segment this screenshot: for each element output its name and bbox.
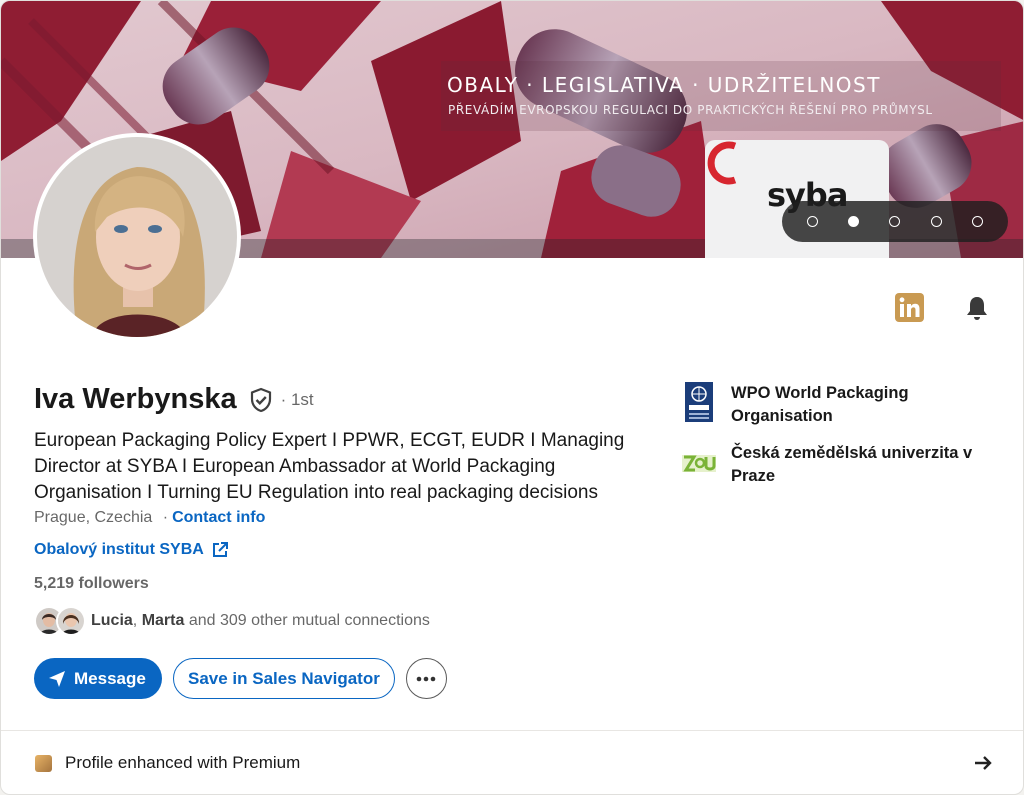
profile-photo[interactable] bbox=[33, 133, 241, 341]
carousel-dot-5[interactable] bbox=[971, 216, 983, 227]
section-divider bbox=[1, 730, 1023, 731]
contact-info-link[interactable]: Contact info bbox=[172, 509, 265, 526]
mutual-name-2: Marta bbox=[141, 612, 185, 629]
bell-icon[interactable] bbox=[963, 294, 991, 322]
syba-logo-mark bbox=[707, 141, 737, 185]
mutual-connections-text[interactable]: Lucia, Marta and 309 other mutual connec… bbox=[91, 612, 430, 630]
avatar bbox=[37, 137, 237, 337]
connection-degree: · 1st bbox=[280, 389, 314, 409]
carousel-dot-2[interactable] bbox=[848, 216, 860, 227]
mutual-name-1: Lucia bbox=[91, 612, 133, 629]
org-czu[interactable]: Česká zemědělská univerzita v Praze bbox=[682, 442, 1001, 488]
premium-banner[interactable]: Profile enhanced with Premium bbox=[35, 753, 300, 773]
banner-title: OBALY · LEGISLATIVA · UDRŽITELNOST bbox=[447, 73, 881, 97]
website-label[interactable]: Obalový institut SYBA bbox=[34, 541, 204, 559]
profile-name: Iva Werbynska bbox=[34, 383, 237, 415]
mutual-rest: and 309 other mutual connections bbox=[184, 612, 430, 629]
verified-shield-icon[interactable] bbox=[247, 386, 275, 414]
premium-icon bbox=[35, 754, 52, 772]
carousel-dot-3[interactable] bbox=[889, 216, 901, 227]
avatar-portrait bbox=[37, 137, 237, 337]
name-row: Iva Werbynska · 1st bbox=[34, 383, 314, 416]
external-link-icon bbox=[212, 542, 228, 557]
linkedin-icon[interactable] bbox=[895, 293, 924, 322]
profile-location: Prague, Czechia bbox=[34, 509, 153, 526]
arrow-right-icon[interactable] bbox=[971, 751, 995, 775]
profile-actions: Message Save in Sales Navigator bbox=[34, 658, 447, 699]
paper-plane-icon bbox=[49, 670, 65, 687]
profile-headline: European Packaging Policy Expert I PPWR,… bbox=[34, 430, 625, 503]
banner-subtitle: PŘEVÁDÍM EVROPSKOU REGULACI DO PRAKTICKÝ… bbox=[448, 103, 933, 117]
banner-carousel-indicator[interactable] bbox=[782, 201, 1008, 242]
followers-count: 5,219 followers bbox=[34, 575, 149, 592]
ellipsis-icon bbox=[417, 676, 436, 681]
location-row: Prague, Czechia · Contact info bbox=[34, 509, 265, 527]
mutual-separator: , bbox=[132, 612, 142, 629]
carousel-dot-4[interactable] bbox=[930, 216, 942, 227]
save-in-sales-navigator-button[interactable]: Save in Sales Navigator bbox=[173, 658, 395, 699]
carousel-dot-1[interactable] bbox=[807, 216, 819, 227]
more-actions-button[interactable] bbox=[405, 658, 447, 699]
website-link[interactable]: Obalový institut SYBA bbox=[34, 541, 229, 559]
sales-nav-label: Save in Sales Navigator bbox=[188, 668, 380, 688]
message-button-label: Message bbox=[74, 668, 146, 688]
org-czu-name[interactable]: Česká zemědělská univerzita v Praze bbox=[731, 442, 1001, 488]
location-separator: · bbox=[162, 509, 169, 526]
message-button[interactable]: Message bbox=[34, 658, 162, 699]
profile-card: OBALY · LEGISLATIVA · UDRŽITELNOST PŘEVÁ… bbox=[0, 0, 1024, 795]
org-wpo[interactable]: WPO World Packaging Organisation bbox=[682, 382, 1001, 428]
premium-label: Profile enhanced with Premium bbox=[65, 753, 301, 772]
mutual-avatar-2 bbox=[56, 606, 86, 636]
czu-logo-icon bbox=[682, 455, 716, 472]
mutual-connections[interactable]: Lucia, Marta and 309 other mutual connec… bbox=[34, 606, 430, 636]
org-wpo-name[interactable]: WPO World Packaging Organisation bbox=[731, 382, 1001, 428]
wpo-logo-icon bbox=[685, 382, 713, 422]
